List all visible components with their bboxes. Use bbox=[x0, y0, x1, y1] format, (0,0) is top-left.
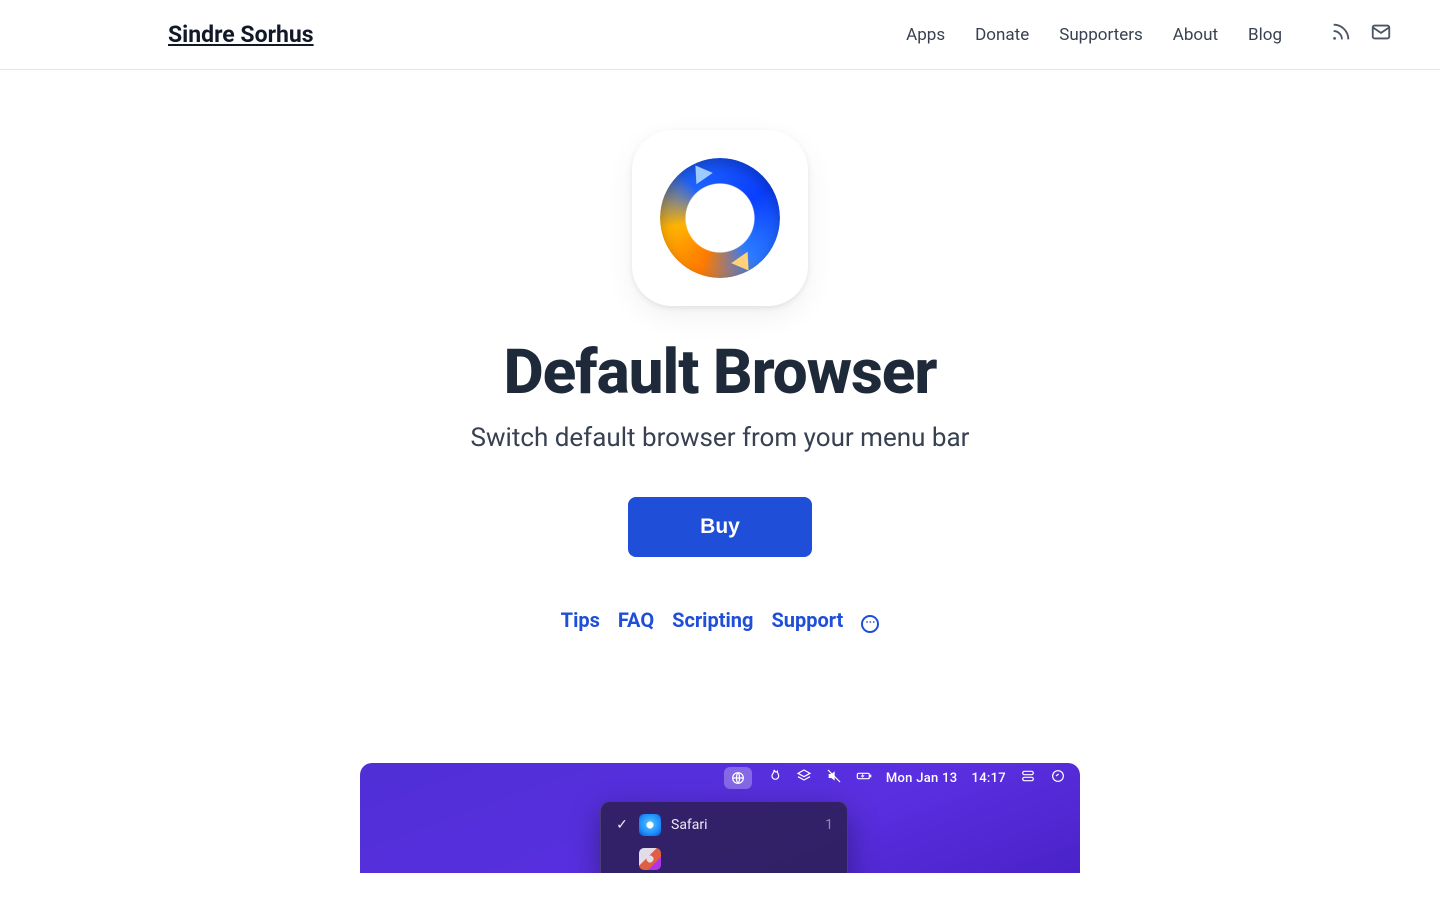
dropdown-item-next bbox=[607, 842, 841, 873]
menubar-mute-icon bbox=[826, 768, 842, 788]
menubar-layers-icon bbox=[796, 768, 812, 788]
check-icon: ✓ bbox=[615, 817, 629, 833]
app-icon bbox=[632, 130, 808, 306]
menubar-battery-icon bbox=[856, 768, 872, 788]
browser-icon bbox=[639, 848, 661, 870]
menubar-flame-icon bbox=[766, 768, 782, 788]
link-tips[interactable]: Tips bbox=[561, 608, 600, 632]
hero: Default Browser Switch default browser f… bbox=[0, 70, 1440, 873]
hero-sublinks: Tips FAQ Scripting Support bbox=[561, 607, 880, 633]
mail-icon[interactable] bbox=[1370, 21, 1392, 48]
product-screenshot: Mon Jan 13 14:17 ✓ Safari 1 bbox=[360, 763, 1080, 873]
brand-link[interactable]: Sindre Sorhus bbox=[168, 21, 314, 48]
primary-nav: Apps Donate Supporters About Blog bbox=[906, 21, 1392, 48]
nav-about[interactable]: About bbox=[1173, 25, 1218, 45]
browser-dropdown: ✓ Safari 1 bbox=[600, 801, 848, 873]
more-icon[interactable] bbox=[861, 607, 879, 633]
site-header: Sindre Sorhus Apps Donate Supporters Abo… bbox=[0, 0, 1440, 70]
menubar-date: Mon Jan 13 bbox=[886, 771, 958, 786]
header-icon-group bbox=[1330, 21, 1392, 48]
rss-icon[interactable] bbox=[1330, 21, 1352, 48]
safari-icon bbox=[639, 814, 661, 836]
nav-apps[interactable]: Apps bbox=[906, 25, 945, 45]
menubar-control-center-icon bbox=[1020, 768, 1036, 788]
page-title: Default Browser bbox=[503, 336, 936, 409]
menubar-time: 14:17 bbox=[972, 771, 1006, 786]
menubar-extra-icon bbox=[1050, 768, 1066, 788]
link-support[interactable]: Support bbox=[771, 608, 843, 632]
page-subtitle: Switch default browser from your menu ba… bbox=[471, 423, 970, 453]
nav-donate[interactable]: Donate bbox=[975, 25, 1029, 45]
screenshot-menubar: Mon Jan 13 14:17 bbox=[360, 763, 1080, 793]
nav-supporters[interactable]: Supporters bbox=[1059, 25, 1143, 45]
link-faq[interactable]: FAQ bbox=[618, 608, 654, 632]
nav-blog[interactable]: Blog bbox=[1248, 25, 1282, 45]
dropdown-item-safari: ✓ Safari 1 bbox=[607, 808, 841, 842]
menubar-app-icon bbox=[724, 767, 752, 789]
app-icon-graphic bbox=[660, 158, 780, 278]
buy-button[interactable]: Buy bbox=[628, 497, 812, 557]
dropdown-item-hint: 1 bbox=[825, 817, 833, 833]
link-scripting[interactable]: Scripting bbox=[672, 608, 753, 632]
dropdown-item-label: Safari bbox=[671, 817, 708, 833]
